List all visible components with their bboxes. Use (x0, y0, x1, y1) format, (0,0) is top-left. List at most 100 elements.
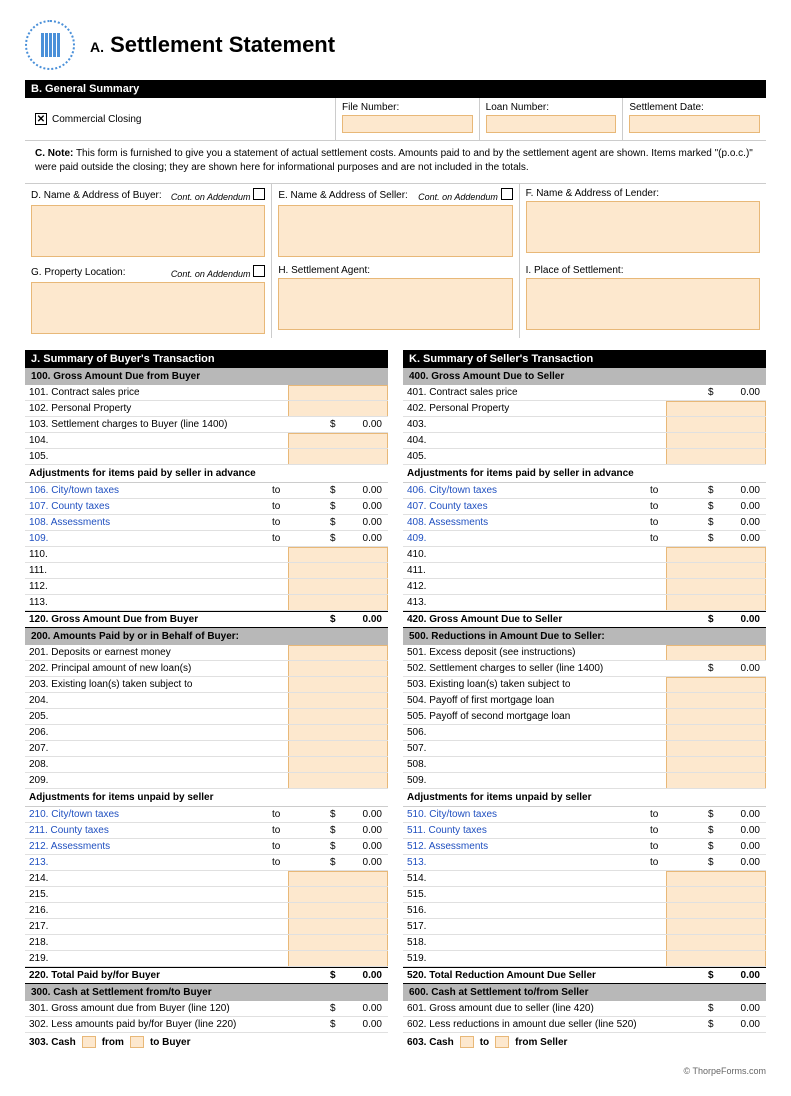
r412-input[interactable] (666, 579, 766, 594)
r403-input[interactable] (666, 417, 766, 432)
r412: 412. (403, 579, 666, 594)
r509-input[interactable] (666, 773, 766, 788)
cash-from-box[interactable] (82, 1036, 96, 1048)
r514-input[interactable] (666, 871, 766, 886)
r518-input[interactable] (666, 935, 766, 950)
property-location-input[interactable] (31, 282, 265, 334)
h100: 100. Gross Amount Due from Buyer (25, 368, 388, 385)
r504-input[interactable] (666, 693, 766, 708)
section-c-note: C. Note: This form is furnished to give … (25, 141, 766, 184)
r405-input[interactable] (666, 449, 766, 464)
r501-input[interactable] (666, 645, 766, 660)
r213[interactable]: 213. (25, 855, 268, 870)
loan-number-input[interactable] (486, 115, 617, 133)
r519-input[interactable] (666, 951, 766, 966)
r510[interactable]: 510. City/town taxes (403, 807, 646, 822)
r515: 515. (403, 887, 666, 902)
r105: 105. (25, 449, 288, 464)
r512[interactable]: 512. Assessments (403, 839, 646, 854)
r111-input[interactable] (288, 563, 388, 578)
r218: 218. (25, 935, 288, 950)
file-number-input[interactable] (342, 115, 473, 133)
r206-input[interactable] (288, 725, 388, 740)
r109[interactable]: 109. (25, 531, 268, 546)
r219-input[interactable] (288, 951, 388, 966)
r102: 102. Personal Property (25, 401, 288, 416)
r502: 502. Settlement charges to seller (line … (403, 661, 706, 676)
r404-input[interactable] (666, 433, 766, 448)
r105-input[interactable] (288, 449, 388, 464)
r106[interactable]: 106. City/town taxes (25, 483, 268, 498)
h400: 400. Gross Amount Due to Seller (403, 368, 766, 385)
cash-to-seller-box[interactable] (460, 1036, 474, 1048)
r219: 219. (25, 951, 288, 966)
r201-input[interactable] (288, 645, 388, 660)
r505-input[interactable] (666, 709, 766, 724)
r212[interactable]: 212. Assessments (25, 839, 268, 854)
r410-input[interactable] (666, 547, 766, 562)
r204-input[interactable] (288, 693, 388, 708)
r503-input[interactable] (666, 677, 766, 692)
buyer-column: J. Summary of Buyer's Transaction 100. G… (25, 350, 388, 1051)
r208-input[interactable] (288, 757, 388, 772)
r411-input[interactable] (666, 563, 766, 578)
r505: 505. Payoff of second mortgage loan (403, 709, 666, 724)
r507-input[interactable] (666, 741, 766, 756)
seller-address-input[interactable] (278, 205, 512, 257)
seller-adj1: Adjustments for items paid by seller in … (403, 465, 766, 483)
settlement-date-input[interactable] (629, 115, 760, 133)
r207-input[interactable] (288, 741, 388, 756)
r413-input[interactable] (666, 595, 766, 610)
r506-input[interactable] (666, 725, 766, 740)
r409[interactable]: 409. (403, 531, 646, 546)
r513[interactable]: 513. (403, 855, 646, 870)
place-settlement-label: I. Place of Settlement: (526, 265, 624, 276)
r217-input[interactable] (288, 919, 388, 934)
r101-input[interactable] (288, 385, 388, 400)
r402-input[interactable] (666, 401, 766, 416)
buyer-address-input[interactable] (31, 205, 265, 257)
r408[interactable]: 408. Assessments (403, 515, 646, 530)
r407[interactable]: 407. County taxes (403, 499, 646, 514)
r218-input[interactable] (288, 935, 388, 950)
r202-input[interactable] (288, 661, 388, 676)
r501: 501. Excess deposit (see instructions) (403, 645, 666, 660)
r508: 508. (403, 757, 666, 772)
r102-input[interactable] (288, 401, 388, 416)
r209-input[interactable] (288, 773, 388, 788)
r517-input[interactable] (666, 919, 766, 934)
file-number-label: File Number: (342, 102, 473, 113)
r216-input[interactable] (288, 903, 388, 918)
r205-input[interactable] (288, 709, 388, 724)
r104-input[interactable] (288, 433, 388, 448)
r203-input[interactable] (288, 677, 388, 692)
r107[interactable]: 107. County taxes (25, 499, 268, 514)
property-addendum-checkbox[interactable] (253, 265, 265, 277)
buyer-addendum-checkbox[interactable] (253, 188, 265, 200)
r112-input[interactable] (288, 579, 388, 594)
r508-input[interactable] (666, 757, 766, 772)
r113-input[interactable] (288, 595, 388, 610)
r214-input[interactable] (288, 871, 388, 886)
r217: 217. (25, 919, 288, 934)
r210[interactable]: 210. City/town taxes (25, 807, 268, 822)
r516-input[interactable] (666, 903, 766, 918)
r404: 404. (403, 433, 666, 448)
r519: 519. (403, 951, 666, 966)
settlement-agent-input[interactable] (278, 278, 512, 330)
r215-input[interactable] (288, 887, 388, 902)
seller-addendum-checkbox[interactable] (501, 188, 513, 200)
cash-to-box[interactable] (130, 1036, 144, 1048)
section-k-header: K. Summary of Seller's Transaction (403, 350, 766, 368)
place-settlement-input[interactable] (526, 278, 760, 330)
r110-input[interactable] (288, 547, 388, 562)
commercial-closing-checkbox[interactable] (35, 113, 47, 125)
r211[interactable]: 211. County taxes (25, 823, 268, 838)
r108[interactable]: 108. Assessments (25, 515, 268, 530)
r406[interactable]: 406. City/town taxes (403, 483, 646, 498)
r515-input[interactable] (666, 887, 766, 902)
cash-from-seller-box[interactable] (495, 1036, 509, 1048)
lender-address-input[interactable] (526, 201, 760, 253)
r209: 209. (25, 773, 288, 788)
r511[interactable]: 511. County taxes (403, 823, 646, 838)
